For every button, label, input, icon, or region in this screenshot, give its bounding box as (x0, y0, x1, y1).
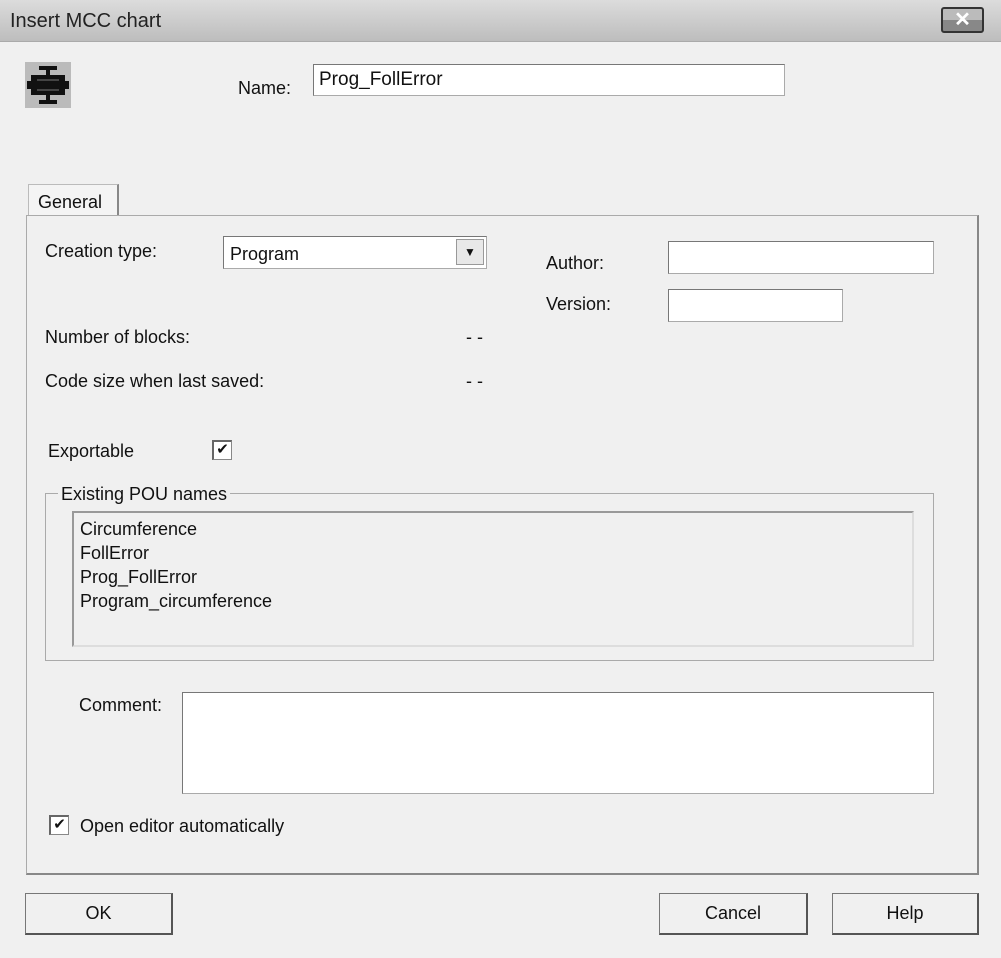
chevron-down-icon[interactable]: ▼ (456, 239, 484, 265)
ok-button[interactable]: OK (25, 893, 173, 935)
open-editor-checkbox[interactable]: ✔ (49, 815, 69, 835)
window-title: Insert MCC chart (10, 10, 162, 32)
list-item[interactable]: Circumference (80, 517, 906, 541)
name-label: Name: (238, 78, 292, 98)
list-item[interactable]: Prog_FollError (80, 565, 906, 589)
name-input[interactable]: Prog_FollError (313, 64, 785, 96)
close-icon: ✕ (954, 9, 971, 31)
pou-group-label: Existing POU names (58, 484, 231, 505)
code-size-label: Code size when last saved: (45, 371, 265, 391)
blocks-value: - - (466, 327, 483, 347)
close-button[interactable]: ✕ (941, 7, 984, 33)
code-size-value: - - (466, 371, 483, 391)
tab-general[interactable]: General (28, 184, 119, 216)
version-input[interactable] (668, 289, 843, 322)
creation-type-label: Creation type: (45, 241, 158, 261)
creation-type-select[interactable]: Program ▼ (223, 236, 487, 269)
creation-type-value: Program (230, 244, 300, 264)
list-item[interactable]: FollError (80, 541, 906, 565)
exportable-label: Exportable (48, 441, 135, 461)
comment-input[interactable] (182, 692, 934, 794)
exportable-checkbox[interactable]: ✔ (212, 440, 232, 460)
cancel-button[interactable]: Cancel (659, 893, 808, 935)
open-editor-label: Open editor automatically (80, 816, 285, 836)
help-button[interactable]: Help (832, 893, 979, 935)
list-item[interactable]: Program_circumference (80, 589, 906, 613)
author-input[interactable] (668, 241, 934, 274)
blocks-label: Number of blocks: (45, 327, 191, 347)
author-label: Author: (546, 253, 605, 273)
comment-label: Comment: (79, 695, 163, 715)
version-label: Version: (546, 294, 612, 314)
mcc-chart-icon (25, 62, 71, 108)
pou-names-list[interactable]: Circumference FollError Prog_FollError P… (72, 511, 914, 647)
